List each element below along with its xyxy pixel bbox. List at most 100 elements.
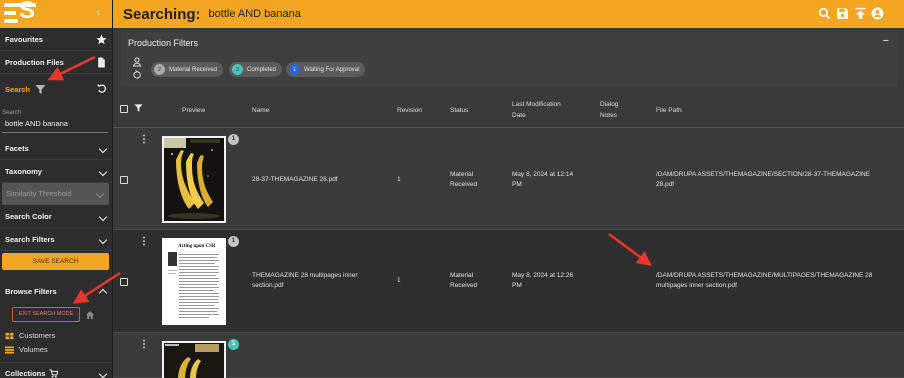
- chip-label: Material Received: [169, 66, 218, 73]
- table-row[interactable]: ⋮ 1 28-37-THEMAGAZINE 28.pdf 1 Material …: [113, 128, 904, 230]
- app-logo[interactable]: S: [4, 0, 36, 25]
- search-field-label: Search: [2, 110, 22, 116]
- date-text: PM: [512, 282, 522, 289]
- save-search-button[interactable]: SAVE SEARCH: [2, 253, 109, 270]
- chevron-down-icon: [95, 189, 105, 199]
- date-text: May 8, 2024 at 12:14: [512, 171, 574, 178]
- collapse-sidebar-button[interactable]: ‹: [96, 7, 100, 19]
- exit-search-mode-button[interactable]: EXIT SEARCH MODE: [12, 307, 80, 322]
- user-icon[interactable]: [871, 7, 884, 20]
- sidebar-item-label: Favourites: [5, 35, 43, 44]
- similarity-threshold-select[interactable]: Similarity Threshold: [2, 183, 109, 205]
- browse-item-label: Volumes: [19, 345, 48, 354]
- file-path[interactable]: /DAM/DRUPA ASSETS/THEMAGAZINE/MULTIPAGES…: [656, 271, 872, 291]
- preview-thumbnail[interactable]: [162, 136, 226, 223]
- column-header-file-path[interactable]: File Path: [656, 105, 682, 116]
- row-menu-icon[interactable]: ⋮: [139, 237, 149, 247]
- row-checkbox[interactable]: [120, 176, 128, 184]
- page-title: Searching:: [123, 5, 201, 23]
- reset-icon[interactable]: [96, 83, 107, 94]
- browse-item-volumes[interactable]: Volumes: [5, 345, 48, 354]
- filter-icon[interactable]: [134, 103, 143, 113]
- column-header-text: Date: [512, 112, 526, 119]
- search-input[interactable]: bottle AND banana: [2, 119, 108, 133]
- sidebar-item-taxonomy[interactable]: Taxonomy: [0, 161, 112, 183]
- sidebar-item-search-filters[interactable]: Search Filters: [0, 229, 112, 251]
- preview-thumbnail[interactable]: [162, 341, 226, 378]
- browse-item-label: Customers: [19, 331, 56, 340]
- select-all-checkbox[interactable]: [120, 105, 128, 113]
- row-checkbox[interactable]: [120, 278, 128, 286]
- status-chip-completed[interactable]: 3 Completed: [229, 62, 283, 77]
- logo-bar: S ‹: [0, 0, 112, 28]
- preview-thumbnail[interactable]: Acting upon CSR: [162, 238, 226, 325]
- sidebar: S ‹ Favourites Production Files Search S…: [0, 0, 113, 378]
- status-chip-waiting-for-approval[interactable]: 1 Waiting For Approval: [286, 62, 366, 77]
- date-text: May 8, 2024 at 12:26: [512, 272, 574, 279]
- file-name[interactable]: 28-37-THEMAGAZINE 28.pdf: [252, 175, 338, 185]
- table-row[interactable]: ⋮ 1: [113, 333, 904, 378]
- status-text: Material: [450, 171, 474, 178]
- row-menu-icon[interactable]: ⋮: [139, 135, 149, 145]
- search-icon[interactable]: [818, 7, 831, 20]
- folders-icon: [5, 332, 14, 339]
- column-header-last-modification[interactable]: Last Modification Date: [512, 99, 561, 121]
- column-header-status[interactable]: Status: [450, 105, 468, 116]
- file-name[interactable]: THEMAGAZINE 28 multipages inner section.…: [252, 271, 357, 291]
- status-value: Material Received: [450, 170, 477, 190]
- sidebar-item-label: Browse Filters: [5, 286, 57, 296]
- chevron-down-icon: [98, 369, 108, 378]
- column-header-name[interactable]: Name: [252, 105, 269, 116]
- revision-value: 1: [397, 176, 401, 183]
- file-path-text: 28.pdf: [656, 181, 675, 188]
- chip-count: 1: [289, 64, 300, 75]
- sidebar-item-label: Search Color: [5, 212, 52, 221]
- thumbnail-page-graphic: [168, 252, 219, 318]
- status-text: Received: [450, 282, 478, 289]
- column-header-revision[interactable]: Revision: [397, 105, 422, 116]
- sidebar-item-browse-filters[interactable]: Browse Filters: [0, 280, 112, 302]
- column-header-preview[interactable]: Preview: [182, 105, 205, 116]
- chip-count: 3: [232, 64, 243, 75]
- status-chip-material-received[interactable]: 2 Material Received: [151, 62, 224, 77]
- person-reset-icon[interactable]: [132, 57, 142, 83]
- browse-item-customers[interactable]: Customers: [5, 331, 55, 340]
- revision-badge: 1: [228, 236, 239, 247]
- column-header-dialog-notes[interactable]: Dialog Notes: [600, 99, 618, 121]
- chip-count: 2: [154, 64, 165, 75]
- status-value: Material Received: [450, 271, 477, 291]
- sidebar-item-search[interactable]: Search: [0, 78, 112, 100]
- sidebar-item-label: Taxonomy: [5, 167, 42, 176]
- home-icon[interactable]: [85, 310, 95, 320]
- column-header-text: Notes: [600, 112, 617, 119]
- date-text: PM: [512, 181, 522, 188]
- save-icon[interactable]: [836, 7, 849, 20]
- sidebar-item-production-files[interactable]: Production Files: [0, 52, 112, 74]
- status-text: Received: [450, 181, 478, 188]
- table-row[interactable]: ⋮ Acting upon CSR 1 THEMAGAZINE 28 multi…: [113, 230, 904, 333]
- sidebar-item-facets[interactable]: Facets: [0, 138, 112, 160]
- search-query: bottle AND banana: [208, 8, 301, 20]
- column-header-text: Last Modification: [512, 101, 561, 108]
- collapse-filters-button[interactable]: −: [883, 35, 889, 47]
- upload-icon[interactable]: [854, 7, 867, 20]
- sidebar-item-collections[interactable]: Collections: [0, 362, 112, 378]
- production-filters-panel: Production Filters − 2 Material Received…: [121, 32, 897, 87]
- sidebar-item-label: Search: [5, 84, 31, 94]
- top-bar: Searching: bottle AND banana: [113, 0, 904, 28]
- chevron-down-icon: [98, 235, 108, 245]
- file-name-text: section.pdf: [252, 282, 284, 289]
- status-text: Material: [450, 272, 474, 279]
- revision-value: 1: [397, 277, 401, 284]
- chevron-down-icon: [98, 212, 108, 222]
- row-menu-icon[interactable]: ⋮: [139, 340, 149, 350]
- chevron-down-icon: [98, 167, 108, 177]
- chevron-up-icon: [98, 288, 108, 298]
- column-header-text: Dialog: [600, 101, 619, 108]
- file-path[interactable]: /DAM/DRUPA ASSETS/THEMAGAZINE/SECTION/28…: [656, 170, 870, 190]
- filter-icon[interactable]: [35, 84, 46, 95]
- chip-label: Waiting For Approval: [304, 66, 360, 73]
- table-header: Preview Name Revision Status Last Modifi…: [113, 92, 904, 128]
- sidebar-item-favourites[interactable]: Favourites: [0, 29, 112, 51]
- sidebar-item-search-color[interactable]: Search Color: [0, 206, 112, 228]
